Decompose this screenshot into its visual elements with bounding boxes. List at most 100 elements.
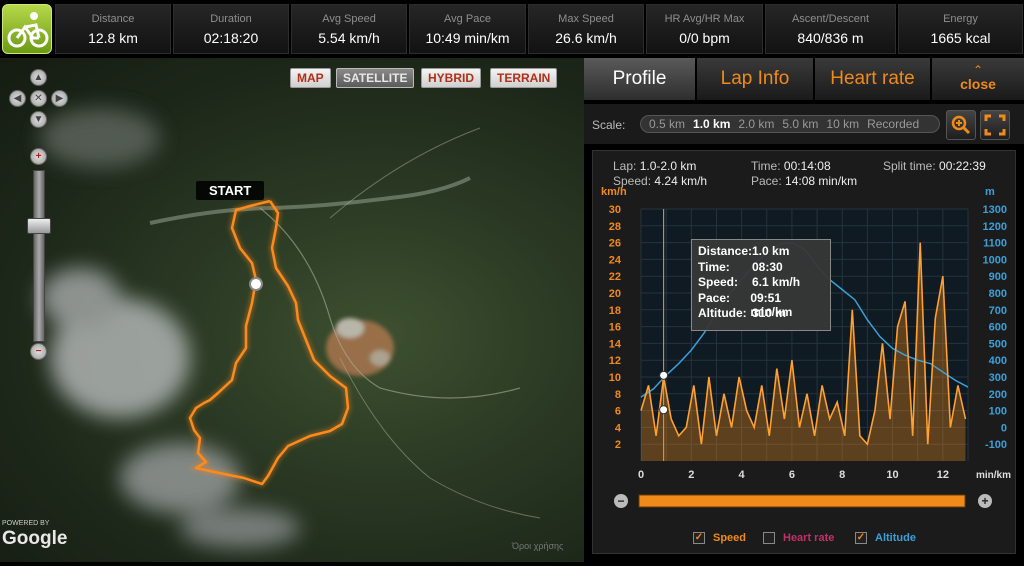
y-right-tick-label: 1100 [983,238,1007,250]
stat-label: HR Avg/HR Max [664,13,745,25]
y-right-tick-label: 500 [989,338,1007,350]
y-left-tick-label: 8 [615,389,621,401]
scale-option[interactable]: Recorded [867,116,919,132]
slider-plus-label: + [981,494,988,508]
scale-option[interactable]: 10 km [826,116,859,132]
stat-max-speed: Max Speed 26.6 km/h [528,4,644,54]
chevron-up-icon: ⌃ [972,63,984,77]
zoom-out-button[interactable]: − [30,343,47,360]
y-left-unit: km/h [601,186,627,198]
scale-selector[interactable]: 0.5 km 1.0 km 2.0 km 5.0 km 10 km Recorded [640,115,940,133]
stat-duration: Duration 02:18:20 [173,4,289,54]
x-tick-label: 2 [688,469,694,481]
y-left-tick-label: 30 [609,204,621,216]
range-slider[interactable] [638,494,966,508]
stat-avg-pace: Avg Pace 10:49 min/km [409,4,526,54]
y-right-tick-label: 400 [989,355,1007,367]
stat-label: Max Speed [558,13,614,25]
y-left-tick-label: 10 [609,372,621,384]
legend-label: Speed [713,532,747,544]
tab-lap-info[interactable]: Lap Info [697,58,814,100]
pan-up-button[interactable]: ▲ [30,69,47,86]
y-right-tick-label: 200 [989,389,1007,401]
tab-profile[interactable]: Profile [584,58,696,100]
x-axis-unit: min/km [976,470,1011,481]
tooltip-key: Distance: [698,244,753,258]
tooltip-value: 6.1 km/h [752,275,801,289]
pan-right-button[interactable]: ▶ [51,90,68,107]
scale-option[interactable]: 5.0 km [782,116,818,132]
tooltip-value: 08:30 [752,259,783,274]
y-right-tick-label: 1000 [983,254,1007,266]
scale-option[interactable]: 0.5 km [649,116,685,132]
zoom-in-button[interactable]: + [30,148,47,165]
stat-value: 0/0 bpm [679,30,730,46]
x-tick-label: 0 [638,469,644,481]
stat-value: 5.54 km/h [318,30,380,46]
tooltip-value: 310 m [752,306,787,320]
y-left-tick-label: 18 [609,305,621,317]
y-left-tick-label: 28 [609,221,621,233]
start-marker-label: START [196,181,265,200]
tooltip-key: Pace: [698,290,731,305]
pan-left-button[interactable]: ◀ [9,90,26,107]
x-tick-label: 8 [839,469,845,481]
y-right-tick-label: 0 [1001,422,1007,434]
scale-row: Scale: 0.5 km 1.0 km 2.0 km 5.0 km 10 km Reco… [584,104,1024,144]
y-left-tick-label: 20 [609,288,621,300]
map-type-hybrid[interactable]: HYBRID [421,68,482,88]
google-logo[interactable]: Google [2,528,67,550]
checkbox[interactable]: ✓ [855,532,867,545]
y-right-tick-label: 700 [989,305,1007,317]
stat-distance: Distance 12.8 km [55,4,171,54]
y-left-tick-label: 14 [609,338,622,350]
profile-chart[interactable]: km/h24681012141618202224262830m-10001002… [593,151,1017,531]
legend-altitude[interactable]: ✓ Altitude [855,532,916,545]
stat-label: Ascent/Descent [791,13,870,25]
legend-heart-rate[interactable]: Heart rate [763,532,834,545]
tooltip-row: Speed: 6.1 km/h [698,275,824,291]
zoom-icon[interactable] [946,110,976,140]
x-tick-label: 10 [886,469,898,481]
map-type-map[interactable]: MAP [290,68,331,88]
terms-link[interactable]: Όροι χρήσης [512,541,563,551]
route-map[interactable]: ▲ ◀ ✕ ▶ ▼ + − MAP SATELLITE HYBRID TERRA… [0,58,584,562]
y-left-tick-label: 24 [609,254,622,266]
legend-speed[interactable]: ✓ Speed [693,532,747,545]
tooltip-value: 09:51 min/km [750,290,793,319]
y-right-tick-label: 100 [989,406,1007,418]
y-right-tick-label: 1300 [983,204,1007,216]
zoom-slider-thumb[interactable] [27,218,51,234]
close-button[interactable]: ⌃ close [932,58,1024,100]
tooltip-row: Pace: 09:51 min/km [698,290,824,319]
y-right-unit: m [985,186,995,198]
tooltip-row: Altitude: 310 m [698,306,824,322]
checkbox[interactable] [763,532,775,545]
scale-option[interactable]: 1.0 km [693,116,730,132]
scale-option[interactable]: 2.0 km [738,116,774,132]
stat-value: 10:49 min/km [425,30,510,46]
map-type-satellite[interactable]: SATELLITE [336,68,415,88]
chart-tooltip: Distance: 1.0 km Time: 08:30 Speed: 6.1 km/h P… [691,239,831,331]
position-marker[interactable] [249,277,263,291]
y-left-tick-label: 22 [609,271,621,283]
stat-avg-speed: Avg Speed 5.54 km/h [291,4,407,54]
cycling-icon[interactable] [2,4,52,54]
altitude-point [659,370,669,380]
y-right-tick-label: 800 [989,288,1007,300]
y-right-tick-label: -100 [985,439,1007,451]
map-type-terrain[interactable]: TERRAIN [490,68,558,88]
tab-heart-rate[interactable]: Heart rate [815,58,931,100]
pan-center-button[interactable]: ✕ [30,90,47,107]
y-right-tick-label: 600 [989,322,1007,334]
y-right-tick-label: 900 [989,271,1007,283]
tooltip-row: Time: 08:30 [698,260,824,276]
pan-down-button[interactable]: ▼ [30,111,47,128]
powered-by-text: POWERED BY [2,520,50,527]
y-left-tick-label: 4 [615,422,622,434]
stat-value: 26.6 km/h [555,30,617,46]
checkbox[interactable]: ✓ [693,532,705,545]
zoom-slider-track[interactable] [33,170,45,342]
y-left-tick-label: 12 [609,355,621,367]
fullscreen-icon[interactable] [980,110,1010,140]
